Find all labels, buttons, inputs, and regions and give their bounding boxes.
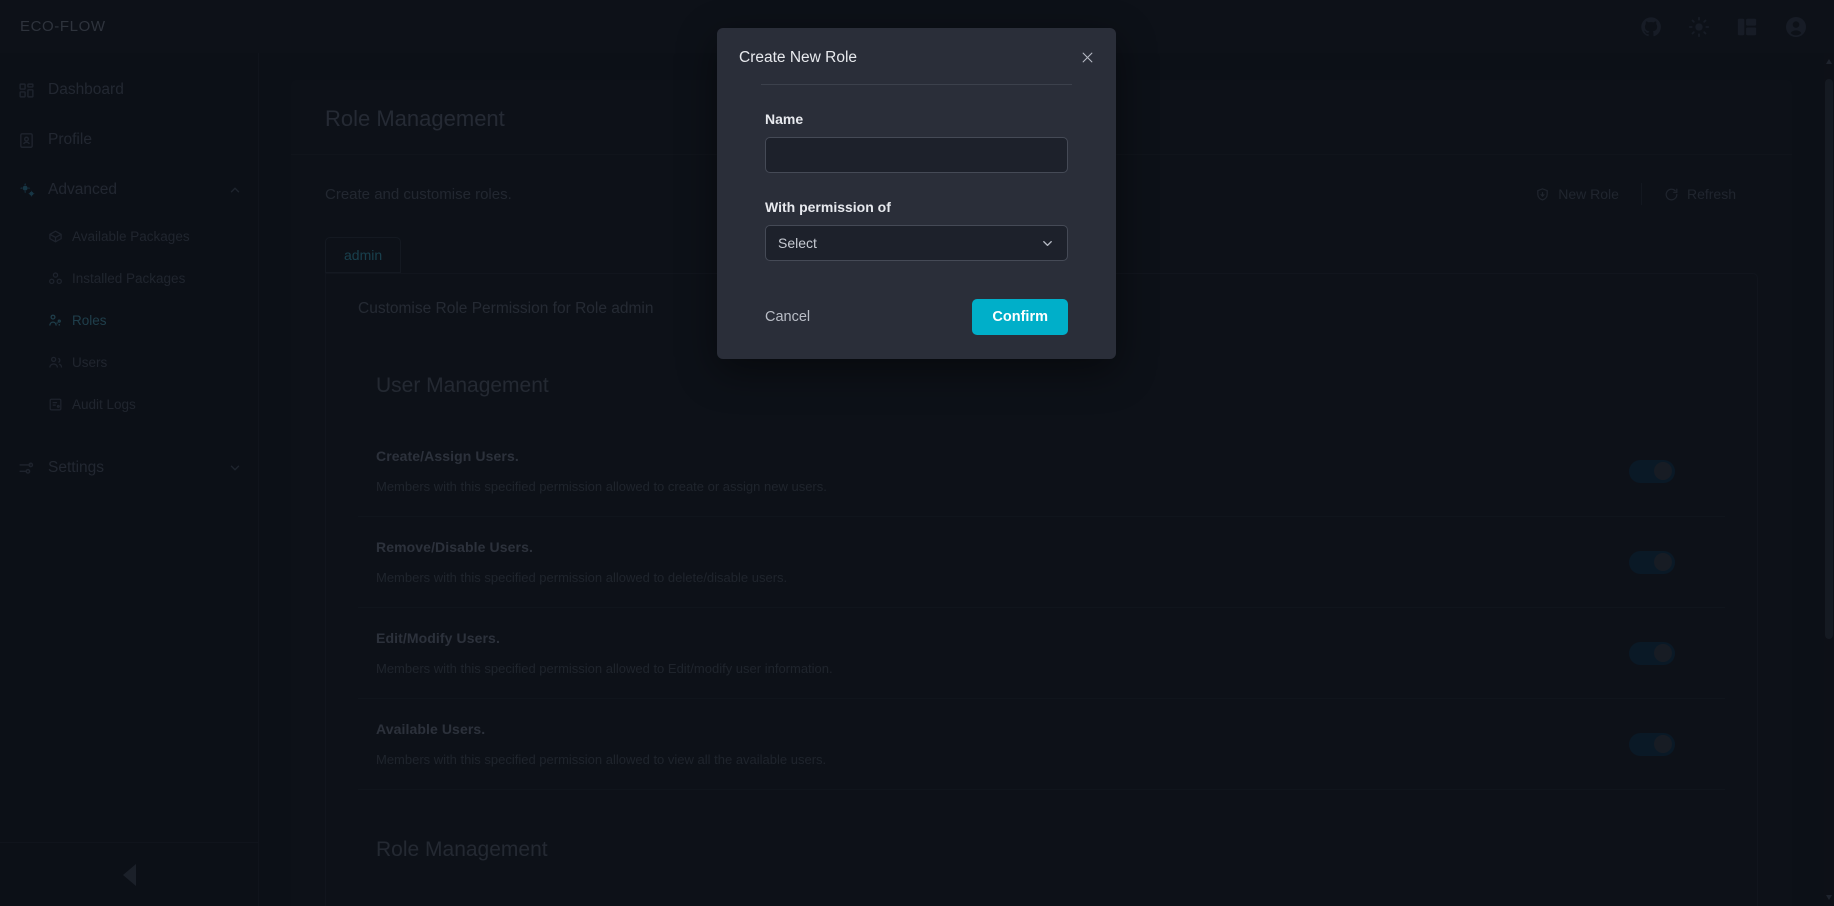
create-new-role-dialog: Create New Role Name With permission of … [717, 28, 1116, 359]
field-spacer [765, 173, 1068, 199]
app-root: ECO-FLOW Dashboard [0, 0, 1834, 906]
modal-footer: Cancel Confirm [717, 261, 1116, 359]
modal-body: Name With permission of Select [717, 85, 1116, 261]
permission-field-label: With permission of [765, 199, 891, 215]
name-input[interactable] [765, 137, 1068, 173]
permission-select-value: Select [778, 235, 817, 251]
close-icon[interactable] [1076, 46, 1098, 68]
modal-divider [761, 84, 1072, 85]
name-field-label: Name [765, 111, 804, 127]
modal-title: Create New Role [739, 49, 858, 66]
cancel-button[interactable]: Cancel [765, 309, 810, 325]
modal-header: Create New Role [717, 28, 1116, 85]
confirm-button[interactable]: Confirm [972, 299, 1068, 335]
permission-select[interactable]: Select [765, 225, 1068, 261]
chevron-down-icon [1040, 236, 1055, 251]
